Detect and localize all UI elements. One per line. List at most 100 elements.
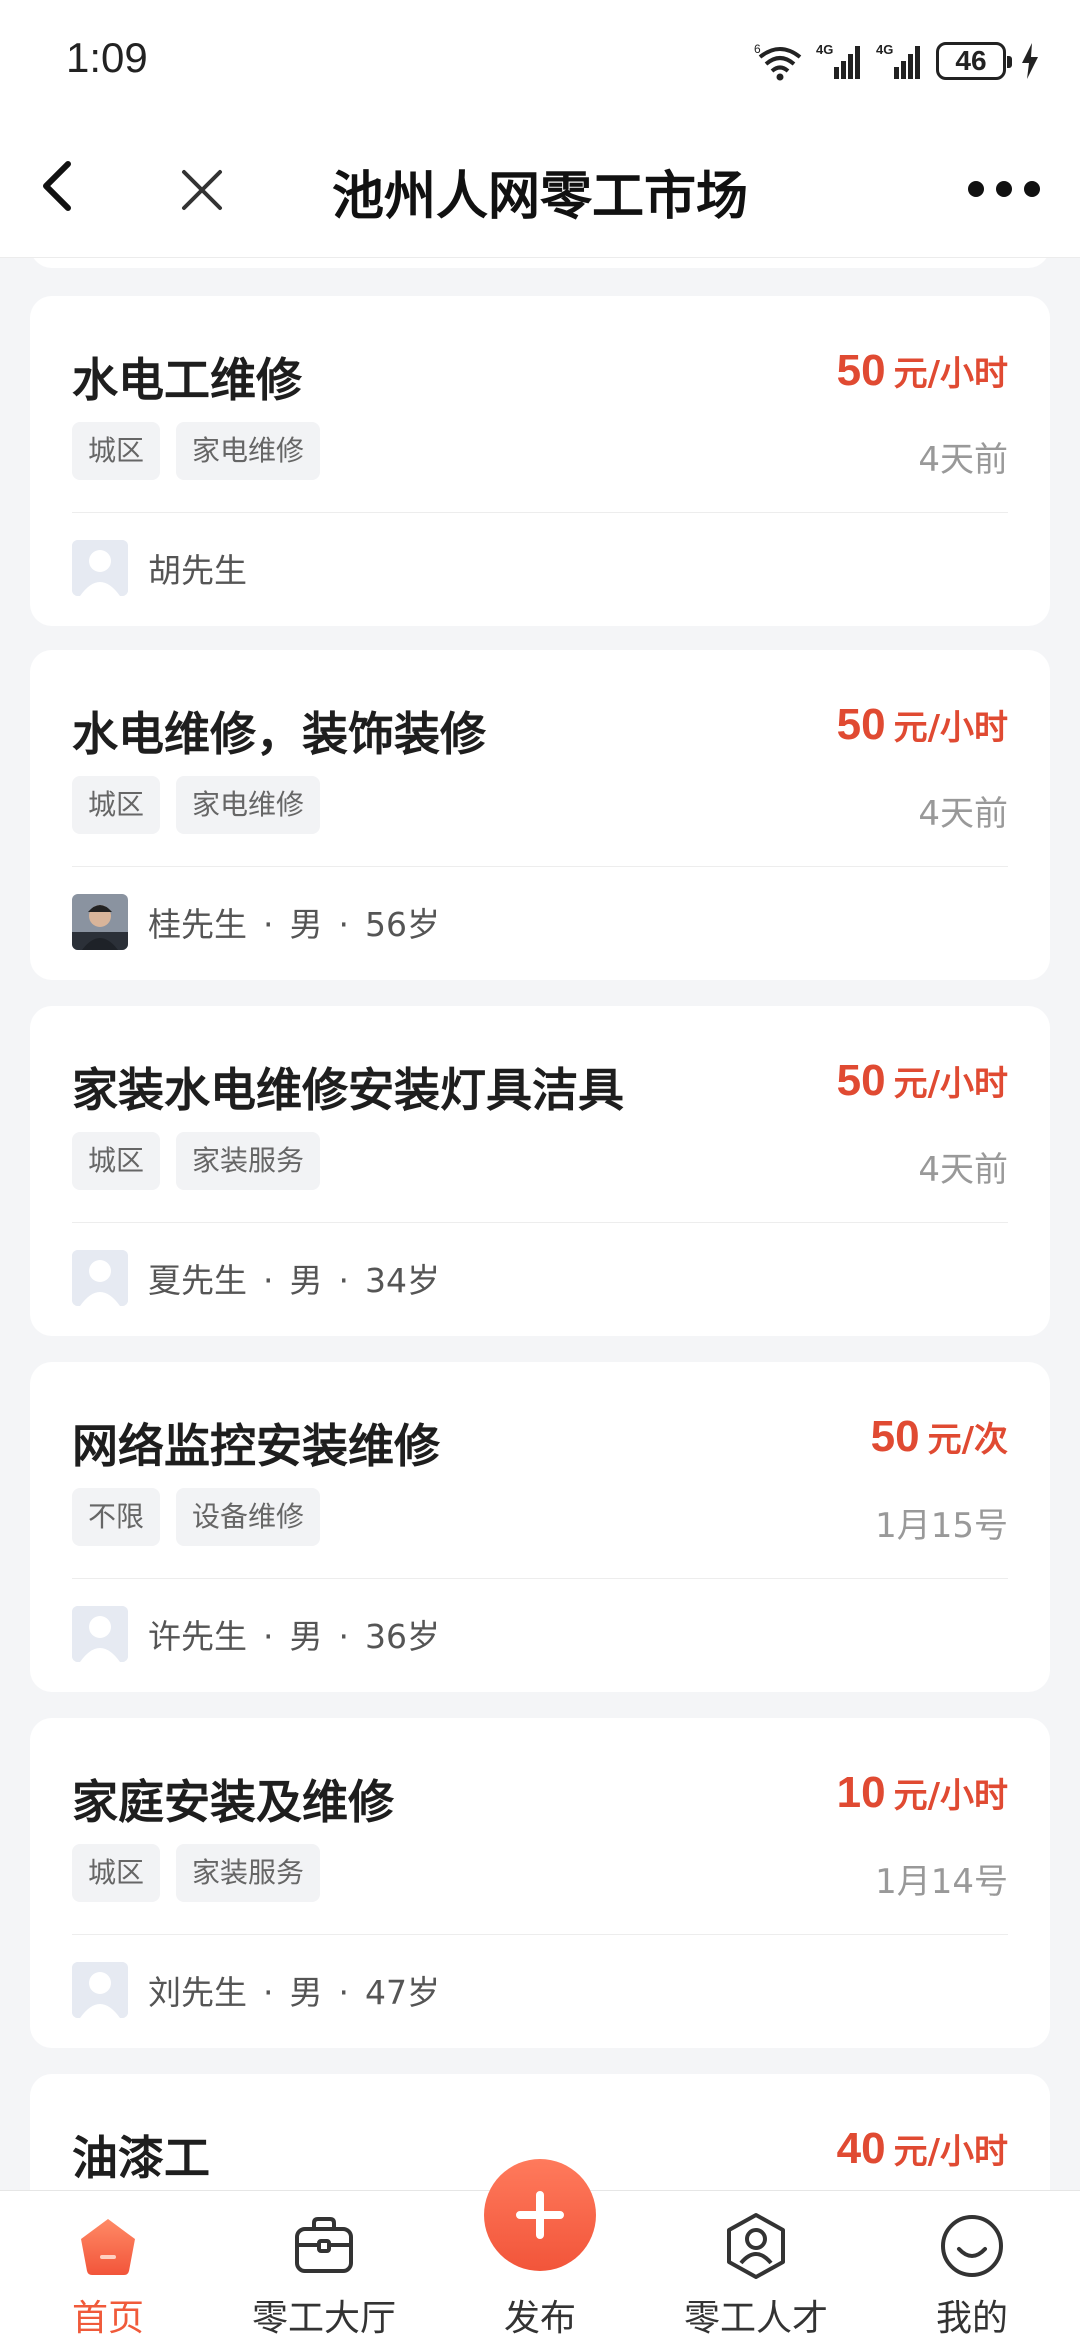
poster-info: 桂先生 · 男 · 56岁 [72, 892, 440, 952]
tag-area: 不限 [72, 1488, 161, 1546]
nav-bar: 池州人网零工市场 [0, 120, 1080, 258]
tab-talent[interactable]: 零工人才 [666, 2191, 846, 2340]
job-date: 4天前 [918, 1150, 1008, 1190]
status-icons: 6 4G 4G 46 [754, 36, 1040, 86]
price-unit: 元/小时 [893, 2132, 1008, 2172]
poster-info: 刘先生 · 男 · 47岁 [72, 1960, 440, 2020]
poster-info: 许先生 · 男 · 36岁 [72, 1604, 440, 1664]
poster-name: 许先生 [148, 1617, 247, 1656]
tab-label: 零工人才 [683, 2298, 828, 2339]
poster-name: 刘先生 [148, 1973, 247, 2012]
divider [72, 1578, 1008, 1579]
bottom-tab-bar: 首页 零工大厅 发布 零工人才 我的 [0, 2159, 1080, 2340]
tag-area: 城区 [72, 776, 161, 834]
job-title: 家庭安装及维修 [72, 1775, 394, 1829]
default-avatar-icon [72, 1962, 128, 2018]
home-icon [81, 2219, 135, 2275]
poster-age: 56岁 [365, 905, 440, 944]
job-tags: 城区 家装服务 [72, 1132, 321, 1190]
tag-area: 城区 [72, 1132, 161, 1190]
plus-icon [516, 2191, 564, 2239]
default-avatar-icon [72, 1250, 128, 1306]
default-avatar-icon [72, 540, 128, 596]
price-unit: 元/小时 [893, 1064, 1008, 1104]
tag-category: 家装服务 [176, 1844, 321, 1902]
briefcase-icon [295, 2217, 353, 2273]
tab-label: 发布 [503, 2298, 576, 2339]
poster-meta: 刘先生 · 男 · 47岁 [148, 1973, 440, 2012]
user-badge-icon [727, 2213, 785, 2279]
smiley-icon [941, 2215, 1003, 2277]
job-tags: 城区 家装服务 [72, 1844, 321, 1902]
status-bar: 1:09 6 4G 4G 46 [0, 0, 1080, 120]
tab-label: 首页 [71, 2298, 144, 2339]
price-value: 50 [836, 1056, 886, 1105]
poster-age: 34岁 [365, 1261, 440, 1300]
tab-label: 我的 [935, 2298, 1008, 2339]
battery-icon: 46 [936, 42, 1012, 80]
signal-4g-icon: 4G [816, 42, 860, 79]
price-value: 40 [836, 2124, 886, 2173]
job-title: 家装水电维修安装灯具洁具 [72, 1063, 624, 1117]
job-price: 50 元/小时 [837, 346, 1008, 396]
job-card[interactable]: 家庭安装及维修 10 元/小时 城区 家装服务 1月14号 刘先生 · 男 · 47岁 [30, 1718, 1050, 2048]
job-tags: 不限 设备维修 [72, 1488, 321, 1546]
tab-mine[interactable]: 我的 [882, 2191, 1062, 2340]
job-tags: 城区 家电维修 [72, 776, 321, 834]
svg-text:6: 6 [754, 42, 761, 56]
publish-button[interactable] [484, 2159, 596, 2271]
poster-age: 47岁 [365, 1973, 440, 2012]
more-dots-icon[interactable] [964, 174, 1044, 204]
tab-home[interactable]: 首页 [18, 2191, 198, 2340]
job-title: 水电工维修 [72, 353, 302, 407]
tag-category: 家电维修 [176, 422, 321, 480]
default-avatar-icon [72, 1606, 128, 1662]
tab-job-hall[interactable]: 零工大厅 [234, 2191, 414, 2340]
status-time: 1:09 [66, 34, 148, 81]
wifi-6-icon: 6 [754, 42, 802, 81]
poster-age: 36岁 [365, 1617, 440, 1656]
job-date: 1月14号 [875, 1862, 1008, 1902]
svg-text:4G: 4G [876, 42, 893, 57]
tag-area: 城区 [72, 1844, 161, 1902]
divider [72, 1222, 1008, 1223]
job-date: 1月15号 [875, 1506, 1008, 1546]
job-card[interactable]: 水电工维修 50 元/小时 城区 家电维修 4天前 胡先生 [30, 296, 1050, 626]
photo-avatar [72, 894, 128, 950]
job-card[interactable]: 家装水电维修安装灯具洁具 50 元/小时 城区 家装服务 4天前 夏先生 · 男 · 34… [30, 1006, 1050, 1336]
poster-name: 夏先生 [148, 1261, 247, 1300]
tab-label: 零工大厅 [251, 2298, 396, 2339]
signal-4g-icon: 4G [876, 42, 920, 79]
divider [72, 1934, 1008, 1935]
poster-gender: 男 [289, 1261, 323, 1300]
price-value: 50 [836, 346, 886, 395]
price-unit: 元/次 [927, 1420, 1008, 1460]
price-unit: 元/小时 [893, 354, 1008, 394]
previous-card-edge [30, 258, 1050, 268]
job-price: 10 元/小时 [837, 1768, 1008, 1818]
poster-gender: 男 [289, 905, 323, 944]
svg-text:4G: 4G [816, 42, 833, 57]
job-card[interactable]: 网络监控安装维修 50 元/次 不限 设备维修 1月15号 许先生 · 男 · 36岁 [30, 1362, 1050, 1692]
price-value: 50 [836, 700, 886, 749]
tab-publish[interactable]: 发布 [450, 2159, 630, 2340]
tag-area: 城区 [72, 422, 161, 480]
job-card[interactable]: 水电维修，装饰装修 50 元/小时 城区 家电维修 4天前 桂先生 · 男 · 56岁 [30, 650, 1050, 980]
job-date: 4天前 [918, 794, 1008, 834]
poster-name: 胡先生 [148, 551, 247, 590]
price-value: 10 [836, 1768, 886, 1817]
divider [72, 866, 1008, 867]
job-title: 水电维修，装饰装修 [72, 707, 486, 761]
job-price: 50 元/次 [871, 1412, 1008, 1462]
price-unit: 元/小时 [893, 1776, 1008, 1816]
divider [72, 512, 1008, 513]
page-title: 池州人网零工市场 [331, 167, 748, 227]
poster-meta: 许先生 · 男 · 36岁 [148, 1617, 440, 1656]
poster-meta: 桂先生 · 男 · 56岁 [148, 905, 440, 944]
job-list[interactable]: 水电工维修 50 元/小时 城区 家电维修 4天前 胡先生 水电维修，装饰装修 5… [0, 258, 1080, 2190]
job-title: 油漆工 [72, 2131, 210, 2185]
poster-meta: 夏先生 · 男 · 34岁 [148, 1261, 440, 1300]
tag-category: 家装服务 [176, 1132, 321, 1190]
poster-name: 桂先生 [148, 905, 247, 944]
poster-info: 夏先生 · 男 · 34岁 [72, 1248, 440, 1308]
